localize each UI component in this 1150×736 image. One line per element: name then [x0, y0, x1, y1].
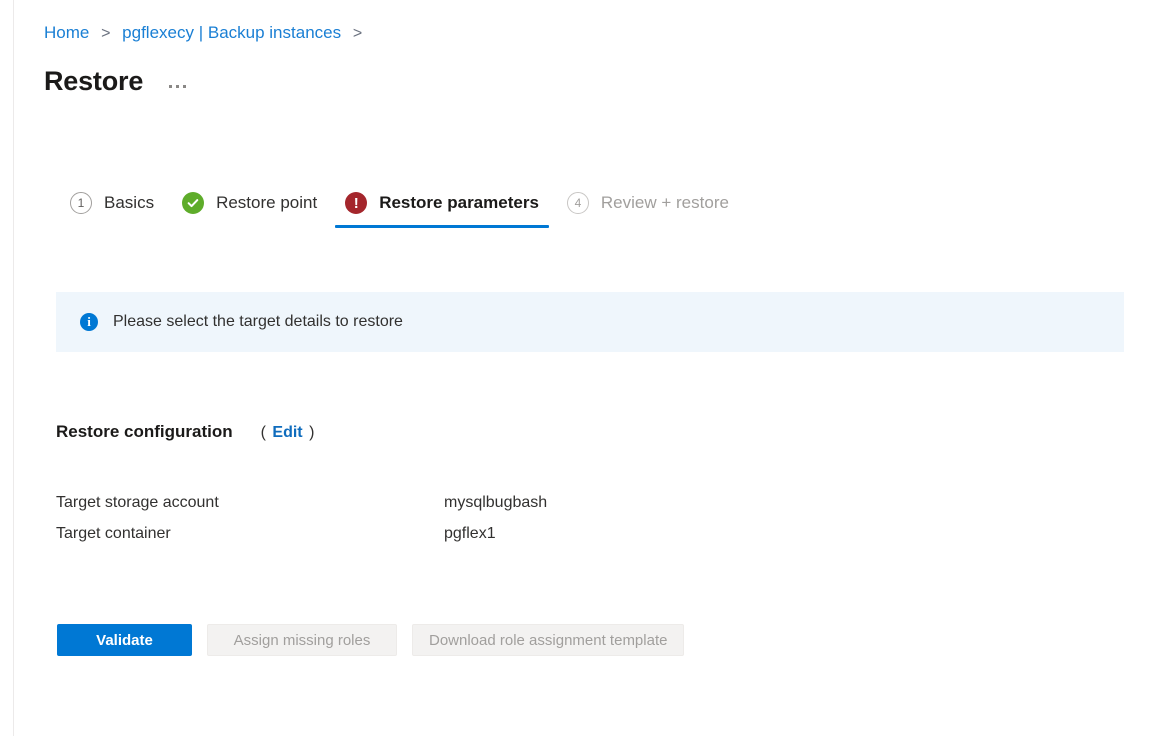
info-icon: i	[80, 313, 98, 331]
exclamation-glyph: !	[353, 194, 359, 212]
paren-close: )	[309, 424, 315, 441]
paren-open: (	[260, 424, 266, 441]
wizard-step-restore-point[interactable]: Restore point	[168, 188, 331, 218]
breadcrumb-item-home[interactable]: Home	[44, 23, 89, 42]
ellipsis-dot-2	[176, 84, 180, 88]
wizard-step-label-restore-parameters: Restore parameters	[379, 193, 539, 212]
table-row: Target container pgflex1	[56, 523, 756, 554]
edit-control: ( Edit )	[261, 424, 315, 442]
wizard-step-label-basics: Basics	[104, 193, 155, 212]
ellipsis-dot-1	[169, 84, 173, 88]
ellipsis-icon[interactable]	[165, 79, 190, 94]
active-step-underline	[335, 225, 549, 228]
wizard-step-label-review-restore: Review + restore	[600, 193, 729, 212]
breadcrumb-separator-icon: >	[101, 25, 111, 42]
ellipsis-dot-3	[183, 84, 187, 88]
section-title: Restore configuration	[56, 422, 233, 441]
breadcrumb-separator-icon-2: >	[352, 25, 363, 42]
validate-button[interactable]: Validate	[57, 624, 192, 656]
detail-value-target-storage-account: mysqlbugbash	[444, 494, 548, 511]
error-circle-icon: !	[345, 192, 368, 214]
breadcrumb: Home > pgflexecy | Backup instances >	[44, 22, 369, 45]
page-title: Restore	[44, 66, 144, 96]
detail-value-target-container: pgflex1	[444, 525, 496, 542]
wizard-steps: 1 Basics Restore point ! Restore paramet…	[56, 188, 743, 236]
info-banner: i Please select the target details to re…	[56, 292, 1124, 352]
edit-link[interactable]: Edit	[272, 424, 302, 441]
restore-configuration-details: Target storage account mysqlbugbash Targ…	[56, 492, 756, 554]
wizard-step-basics[interactable]: 1 Basics	[56, 188, 168, 218]
wizard-step-label-restore-point: Restore point	[216, 193, 318, 212]
restore-configuration-header: Restore configuration ( Edit )	[56, 422, 314, 442]
number-badge-icon: 1	[70, 192, 92, 214]
wizard-step-restore-parameters[interactable]: ! Restore parameters	[331, 188, 553, 228]
check-circle-icon	[182, 192, 205, 214]
breadcrumb-item-backup-instances[interactable]: pgflexecy | Backup instances	[122, 23, 341, 42]
info-banner-message: Please select the target details to rest…	[113, 313, 403, 330]
detail-key-target-storage-account: Target storage account	[56, 494, 219, 511]
wizard-step-review-restore[interactable]: 4 Review + restore	[553, 188, 743, 218]
restore-wizard-page: Home > pgflexecy | Backup instances > Re…	[0, 0, 1150, 736]
action-buttons: Validate Assign missing roles Download r…	[57, 624, 685, 656]
number-badge-icon-4: 4	[566, 192, 589, 214]
download-role-assignment-template-button[interactable]: Download role assignment template	[412, 624, 685, 656]
table-row: Target storage account mysqlbugbash	[56, 492, 756, 523]
title-row: Restore	[44, 64, 190, 98]
detail-key-target-container: Target container	[56, 525, 171, 542]
assign-missing-roles-button[interactable]: Assign missing roles	[207, 624, 397, 656]
